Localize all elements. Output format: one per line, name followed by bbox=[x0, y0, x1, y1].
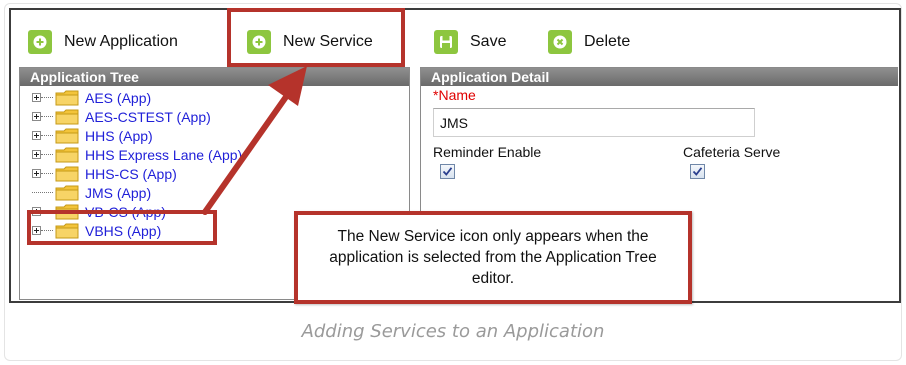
jms-app-highlight bbox=[27, 210, 217, 245]
cafeteria-serve-checkbox[interactable] bbox=[690, 164, 705, 179]
tree-connector bbox=[41, 173, 53, 174]
reminder-enable-label: Reminder Enable bbox=[433, 144, 542, 160]
floppy-disk-icon bbox=[434, 30, 458, 54]
tree-connector bbox=[41, 154, 53, 155]
cafeteria-serve-label: Cafeteria Serve bbox=[683, 144, 781, 160]
tree-item-label: HHS Express Lane (App) bbox=[85, 146, 243, 163]
delete-button[interactable]: Delete bbox=[548, 28, 630, 56]
tree-item[interactable]: HHS Express Lane (App) bbox=[20, 145, 409, 164]
save-label: Save bbox=[470, 33, 507, 50]
tree-connector bbox=[41, 135, 53, 136]
folder-icon bbox=[55, 109, 79, 124]
x-circle-icon bbox=[548, 30, 572, 54]
reminder-enable-checkbox[interactable] bbox=[440, 164, 455, 179]
callout-note: The New Service icon only appears when t… bbox=[294, 211, 692, 304]
name-field-label: *Name bbox=[433, 87, 476, 103]
tree-item[interactable]: HHS (App) bbox=[20, 126, 409, 145]
folder-icon bbox=[55, 90, 79, 105]
folder-icon bbox=[55, 128, 79, 143]
tree-connector bbox=[41, 116, 53, 117]
expand-icon[interactable] bbox=[32, 131, 41, 140]
tree-connector bbox=[32, 192, 53, 193]
figure-caption: Adding Services to an Application bbox=[301, 321, 605, 342]
expand-icon[interactable] bbox=[32, 93, 41, 102]
new-service-highlight bbox=[227, 8, 405, 67]
tree-item-label: AES-CSTEST (App) bbox=[85, 108, 211, 125]
callout-text: The New Service icon only appears when t… bbox=[329, 228, 657, 287]
folder-icon bbox=[55, 147, 79, 162]
name-label-text: Name bbox=[438, 87, 476, 103]
checkmark-icon bbox=[692, 167, 703, 176]
tree-item[interactable]: JMS (App) bbox=[20, 183, 409, 202]
tree-item[interactable]: HHS-CS (App) bbox=[20, 164, 409, 183]
new-application-label: New Application bbox=[64, 33, 178, 50]
save-button[interactable]: Save bbox=[434, 28, 506, 56]
name-input[interactable] bbox=[433, 108, 755, 137]
expand-icon[interactable] bbox=[32, 150, 41, 159]
application-tree-header: Application Tree bbox=[20, 68, 409, 86]
tree-item-label: AES (App) bbox=[85, 89, 152, 106]
tree-item-label: HHS-CS (App) bbox=[85, 165, 177, 182]
tree-connector bbox=[41, 97, 53, 98]
expand-icon[interactable] bbox=[32, 169, 41, 178]
tree-item-label: HHS (App) bbox=[85, 127, 153, 144]
folder-icon bbox=[55, 185, 79, 200]
toolbar: New Application New Service Save Delete bbox=[11, 10, 899, 70]
application-detail-header: Application Detail bbox=[421, 68, 898, 86]
tree-item-label: JMS (App) bbox=[85, 184, 152, 201]
folder-icon bbox=[55, 166, 79, 181]
tree-item[interactable]: AES-CSTEST (App) bbox=[20, 107, 409, 126]
checkmark-icon bbox=[442, 167, 453, 176]
expand-icon[interactable] bbox=[32, 112, 41, 121]
plus-circle-icon bbox=[28, 30, 52, 54]
new-application-button[interactable]: New Application bbox=[28, 28, 178, 56]
tree-item[interactable]: AES (App) bbox=[20, 88, 409, 107]
delete-label: Delete bbox=[584, 33, 631, 50]
